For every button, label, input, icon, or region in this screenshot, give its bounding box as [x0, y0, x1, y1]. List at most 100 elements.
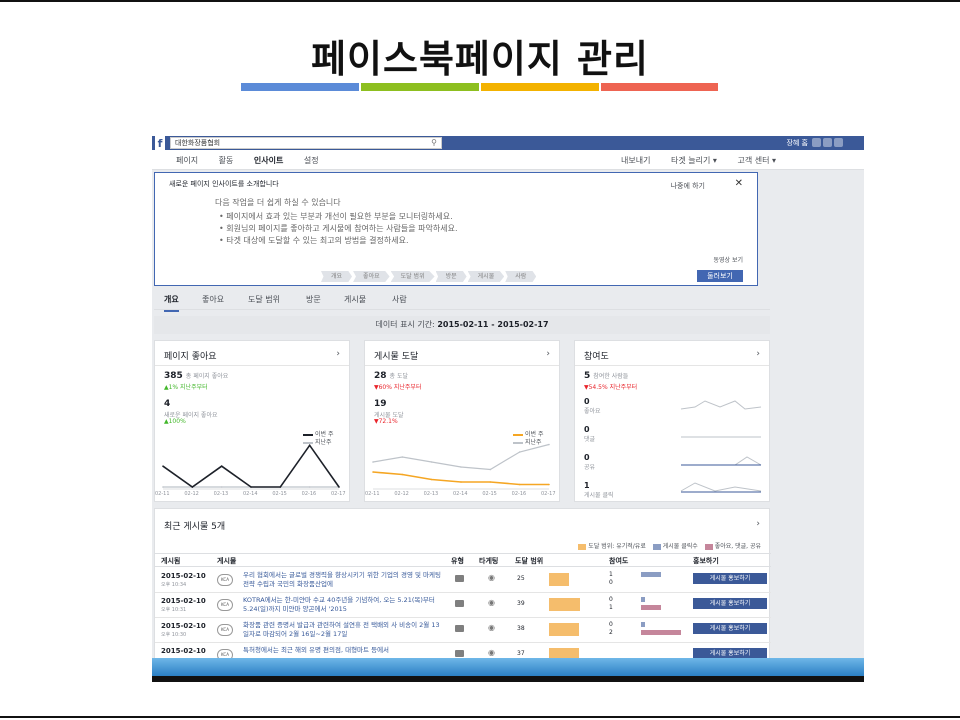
reach-value: 25 [517, 575, 525, 582]
table-row[interactable]: 2015-02-10 오후 10:30 KCA 화장품 관련 증명서 발급과 관련하여… [155, 618, 771, 643]
x-tick-label: 02-12 [394, 491, 409, 497]
search-icon[interactable]: ⚲ [431, 138, 437, 148]
post-date: 2015-02-10 [161, 647, 206, 655]
page-avatar: KCA [217, 599, 233, 611]
reach-value: 38 [517, 625, 525, 632]
recent-legend: 도달 범위: 유기적/유료 게시물 클릭수 좋아요, 댓글, 공유 [573, 541, 761, 550]
friends-icon[interactable] [812, 138, 821, 147]
globe-icon: ◉ [488, 598, 495, 607]
legend-reactions: 좋아요, 댓글, 공유 [714, 543, 761, 550]
table-row[interactable]: 2015-02-10 오후 10:31 KCA KOTRA에서는 한-미얀마 수교 4… [155, 593, 771, 618]
reach-bar [549, 598, 580, 611]
data-point [308, 486, 311, 488]
tour-step: 방문 [435, 271, 467, 282]
data-point [430, 461, 433, 463]
tab-reach[interactable]: 도달 범위 [248, 294, 280, 305]
later-link[interactable]: 나중에 하기 [671, 181, 705, 191]
post-reach-card[interactable]: 게시물 도달 › 28 총 도달 ▼60% 지난주부터 19 게시물 도달 ▼72… [364, 340, 560, 502]
intro-lead: 다음 작업을 더 쉽게 하실 수 있습니다 [215, 198, 341, 207]
nav-activity[interactable]: 활동 [219, 156, 234, 165]
nav-export[interactable]: 내보내기 [621, 156, 650, 165]
post-date: 2015-02-10 [161, 572, 206, 580]
data-point [548, 443, 550, 446]
x-tick-label: 02-17 [331, 491, 346, 497]
date-range-label: 데이터 표시 기간: [375, 320, 435, 329]
tab-people[interactable]: 사람 [392, 294, 407, 305]
tab-visits[interactable]: 방문 [306, 294, 321, 305]
taskbar-bottom-edge [152, 676, 864, 682]
data-point [162, 486, 164, 488]
post-text-link[interactable]: 우리 협회에서는 글로벌 경쟁력을 향상시키기 위한 기업의 경영 및 마케팅 … [243, 571, 443, 590]
data-point [372, 471, 374, 473]
data-point [220, 486, 223, 488]
nav-grow-audience[interactable]: 타겟 늘리기 ▾ [671, 156, 717, 165]
post-date: 2015-02-10 [161, 597, 206, 605]
post-date: 2015-02-10 [161, 622, 206, 630]
date-range-bar: 데이터 표시 기간: 2015-02-11 - 2015-02-17 [154, 316, 770, 334]
nav-help-center[interactable]: 고객 센터 ▾ [737, 156, 776, 165]
boost-post-button[interactable]: 게시물 홍보하기 [693, 598, 767, 609]
engagement-values: 01 [609, 596, 613, 611]
profile-links[interactable]: 장혜 홈 [786, 137, 808, 149]
x-tick-label: 02-12 [184, 491, 199, 497]
engagement-values: 02 [609, 621, 613, 636]
nav-page[interactable]: 페이지 [176, 156, 198, 165]
reach-value: 39 [517, 600, 525, 607]
color-bar-blue [241, 83, 359, 91]
col-targeting: 타게팅 [479, 557, 499, 565]
clicks-bar [641, 622, 645, 627]
chevron-right-icon[interactable]: › [546, 349, 550, 359]
new-likes-change: ▲100% [164, 418, 186, 425]
status-type-icon [455, 650, 464, 657]
x-tick-label: 02-16 [301, 491, 317, 497]
messages-icon[interactable] [823, 138, 832, 147]
table-row[interactable]: 2015-02-10 오후 10:34 KCA 우리 협회에서는 글로벌 경쟁력을 향… [155, 568, 771, 593]
data-point [518, 451, 521, 453]
data-point [460, 466, 462, 468]
post-text-link[interactable]: 화장품 관련 증명서 발급과 관련하여 설연휴 전 택배외 사 비송이 2월 1… [243, 621, 443, 640]
post-reach-change: ▼72.1% [374, 418, 398, 425]
card-title: 게시물 도달 [374, 352, 419, 362]
watch-video-link[interactable]: 동영상 보기 [713, 255, 743, 264]
data-point [250, 486, 252, 488]
search-input[interactable]: 대한화장품협회 ⚲ [170, 137, 442, 149]
chevron-right-icon[interactable]: › [756, 519, 760, 529]
close-icon[interactable]: ✕ [735, 178, 743, 189]
post-text-link[interactable]: KOTRA에서는 한-미얀마 수교 40주년을 기념하여, 오는 5.21(목)… [243, 596, 443, 615]
x-tick-label: 02-14 [453, 491, 468, 497]
boost-post-button[interactable]: 게시물 홍보하기 [693, 623, 767, 634]
data-point [489, 468, 492, 471]
tab-likes[interactable]: 좋아요 [202, 294, 224, 305]
data-point [518, 483, 521, 486]
new-likes-value: 4 [164, 399, 171, 409]
data-point [430, 478, 433, 481]
insights-intro-panel: 새로운 페이지 인사이트를 소개합니다 나중에 하기 ✕ 다음 작업을 더 쉽게… [154, 172, 758, 286]
reach-bar [549, 573, 569, 586]
post-reach-value: 19 [374, 399, 387, 409]
post-time: 오후 10:34 [161, 582, 187, 588]
globe-icon[interactable] [834, 138, 843, 147]
facebook-logo-icon[interactable]: f [155, 136, 165, 150]
nav-settings[interactable]: 설정 [304, 156, 319, 165]
date-range-value: 2015-02-11 - 2015-02-17 [437, 320, 549, 329]
tour-button[interactable]: 둘러보기 [697, 270, 743, 282]
data-point [372, 461, 374, 463]
total-likes-change: ▲1% 지난주부터 [164, 384, 208, 391]
data-point [401, 473, 404, 476]
chevron-right-icon[interactable]: › [336, 349, 340, 359]
nav-insights[interactable]: 인사이트 [254, 156, 283, 165]
post-time: 오후 10:31 [161, 607, 187, 613]
data-point [220, 465, 223, 467]
total-likes-value: 385 총 페이지 좋아요 [164, 371, 229, 381]
x-tick-label: 02-11 [365, 491, 380, 497]
engagement-card[interactable]: 참여도 › 5 참여한 사람들 ▼54.5% 지난주부터 0 좋아요 0 댓글 0 공유… [574, 340, 770, 502]
boost-post-button[interactable]: 게시물 홍보하기 [693, 573, 767, 584]
data-point [191, 486, 194, 488]
reactions-bar [641, 630, 681, 635]
x-tick-label: 02-13 [213, 491, 229, 497]
tab-overview[interactable]: 개요 [164, 294, 179, 312]
notification-icons[interactable] [810, 138, 856, 148]
tab-posts[interactable]: 게시물 [344, 294, 366, 305]
intro-header: 새로운 페이지 인사이트를 소개합니다 [169, 180, 279, 188]
page-likes-card[interactable]: 페이지 좋아요 › 385 총 페이지 좋아요 ▲1% 지난주부터 4 새로운 페… [154, 340, 350, 502]
